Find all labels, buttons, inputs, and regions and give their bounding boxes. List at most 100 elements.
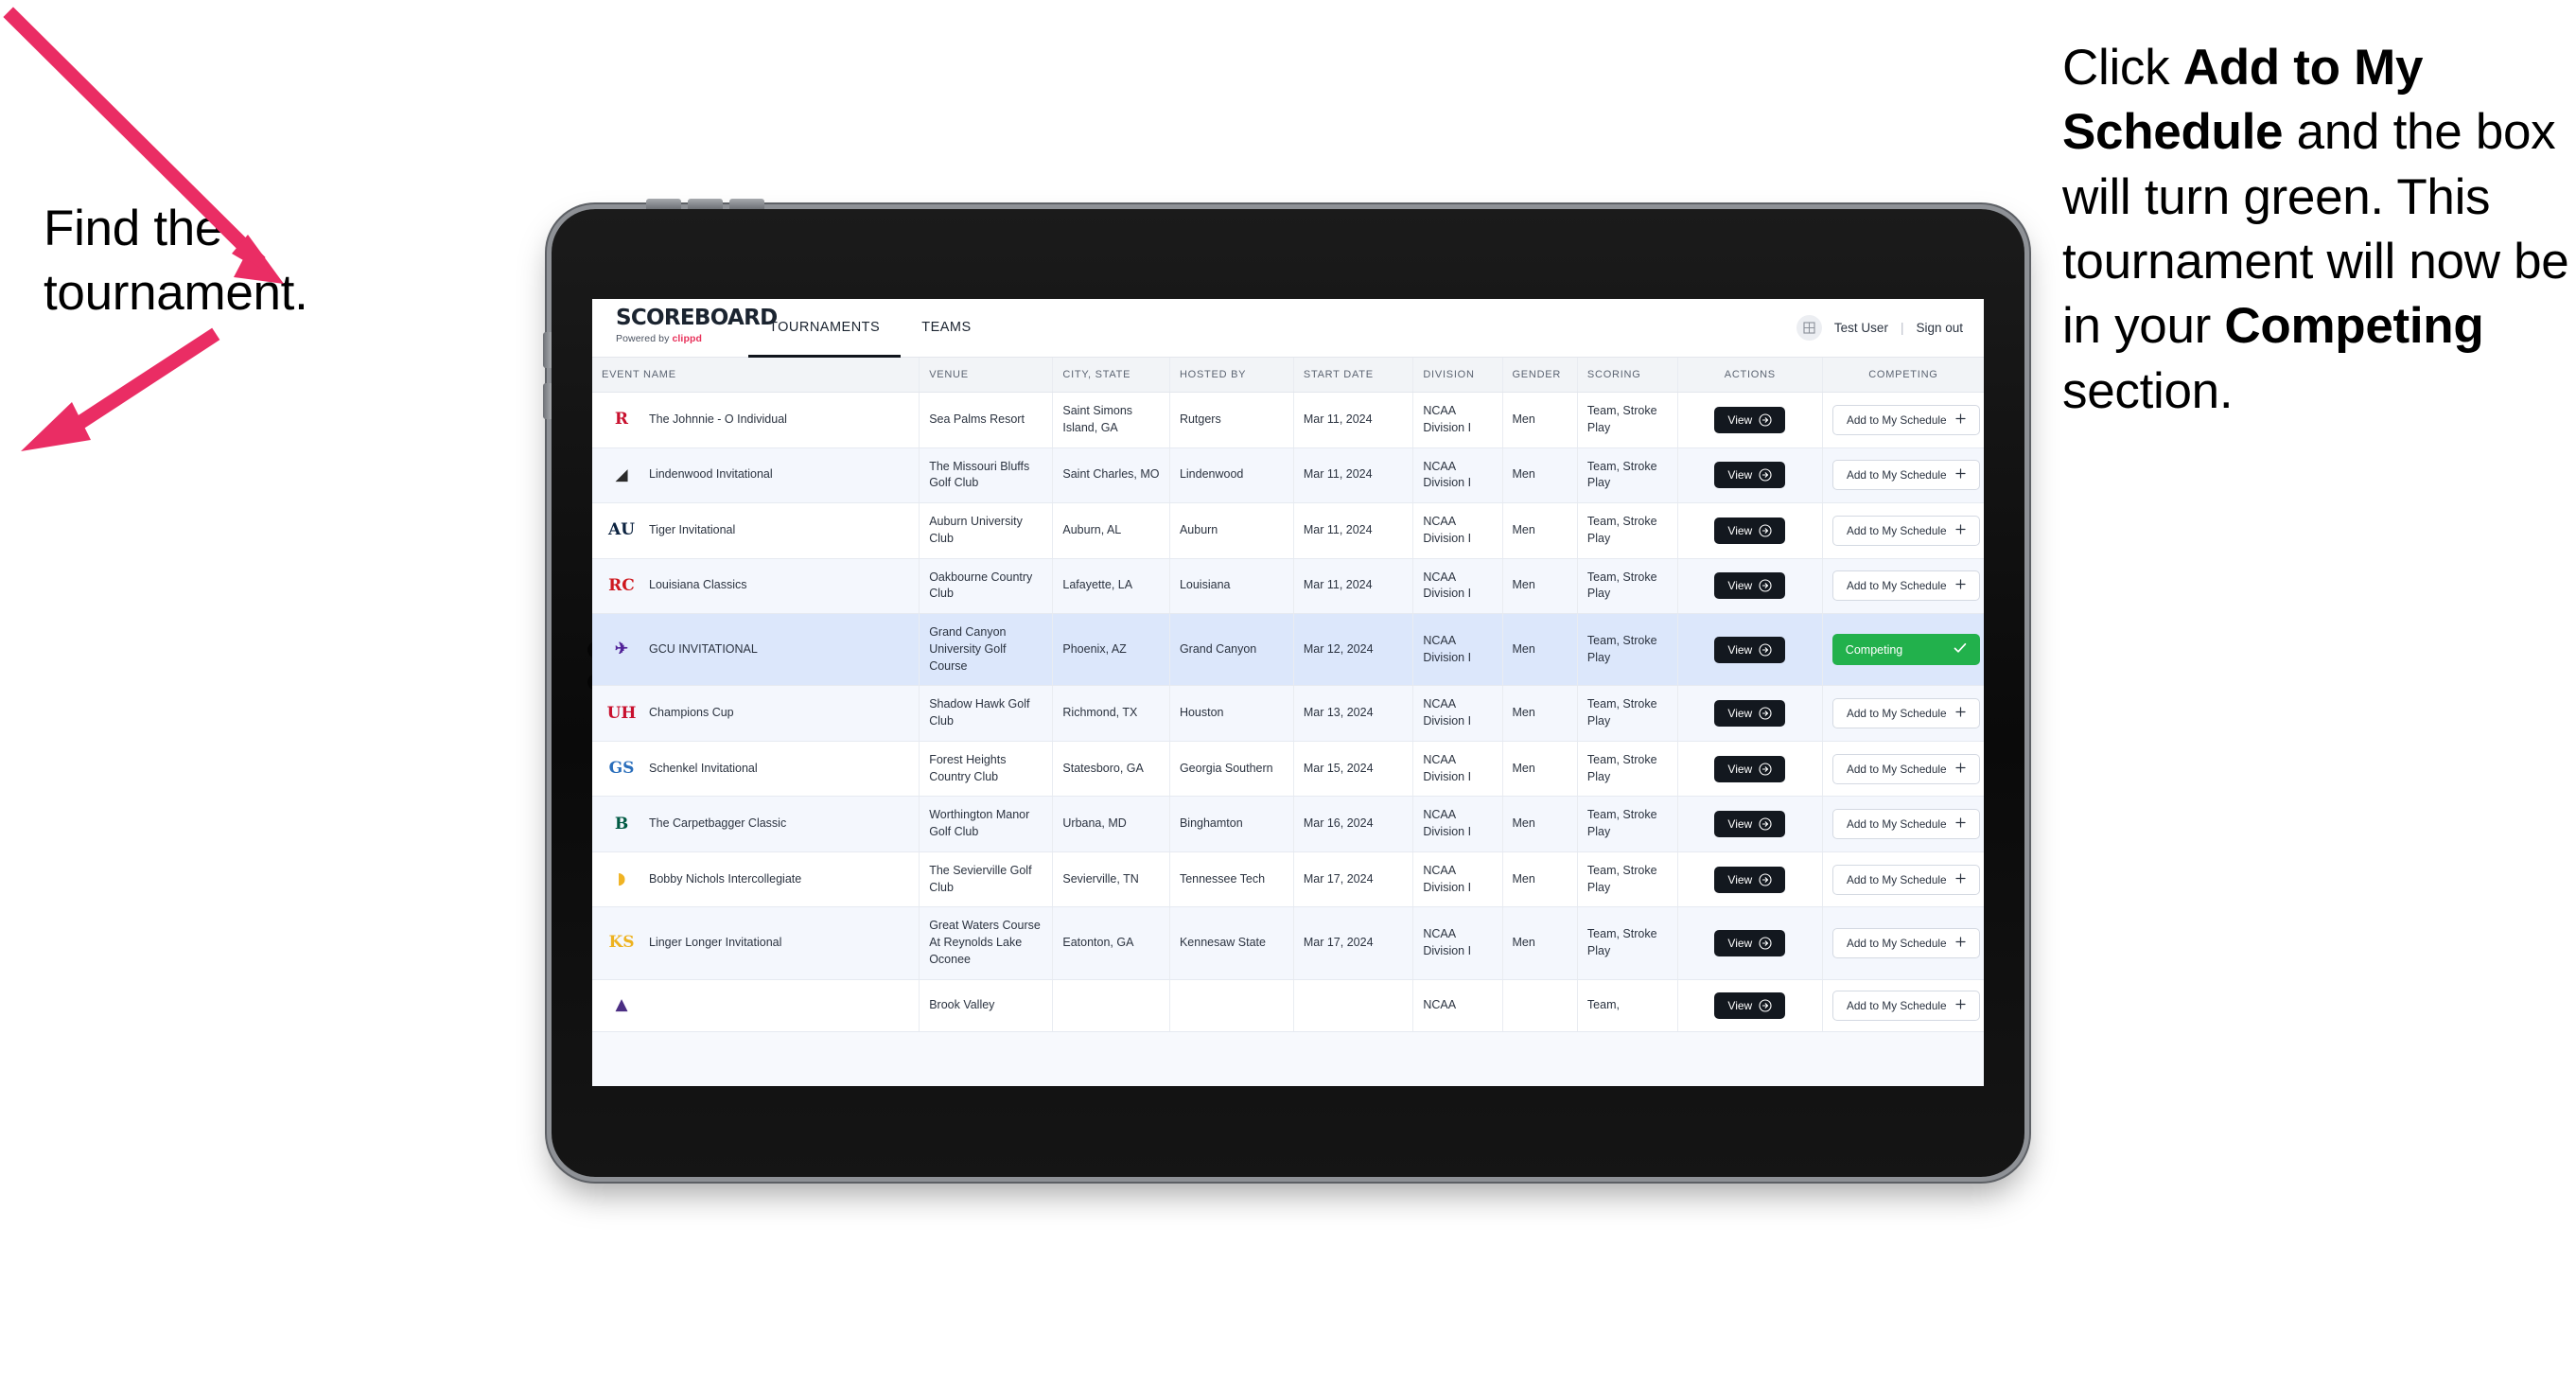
cell-gender: Men bbox=[1502, 558, 1578, 614]
cell-city-state: Saint Charles, MO bbox=[1052, 447, 1170, 503]
cell-start-date: Mar 13, 2024 bbox=[1293, 685, 1414, 742]
account-area: Test User | Sign out bbox=[1796, 299, 1984, 357]
table-row[interactable]: GS Schenkel Invitational Forest Heights Co… bbox=[592, 741, 1984, 798]
table-row[interactable]: UH Champions Cup Shadow Hawk Golf Club Rich… bbox=[592, 685, 1984, 742]
team-logo-icon: ◗ bbox=[617, 869, 626, 888]
add-to-my-schedule-button[interactable]: Add to My Schedule bbox=[1831, 698, 1980, 728]
arrow-circle-right-icon bbox=[1759, 937, 1772, 950]
table-row[interactable]: ✈ GCU INVITATIONAL Grand Canyon University… bbox=[592, 613, 1984, 687]
cell-venue: Sea Palms Resort bbox=[919, 392, 1054, 448]
arrow-circle-right-icon bbox=[1759, 579, 1772, 592]
col-header-start-date[interactable]: START DATE bbox=[1293, 358, 1414, 393]
view-button[interactable]: View bbox=[1714, 929, 1786, 956]
tab-teams[interactable]: TEAMS bbox=[901, 299, 991, 358]
view-button[interactable]: View bbox=[1714, 517, 1786, 544]
table-header: EVENT NAME VENUE CITY, STATE HOSTED BY S… bbox=[592, 358, 1984, 393]
plus-icon bbox=[1954, 998, 1966, 1012]
app-header: SCOREBOARD Powered by clippd TOURNAMENTS… bbox=[592, 299, 1984, 358]
cell-actions: View bbox=[1677, 392, 1823, 448]
competing-button[interactable]: Competing bbox=[1831, 634, 1980, 666]
cell-scoring: Team, Stroke Play bbox=[1577, 502, 1678, 559]
cell-event-name: UH Champions Cup bbox=[592, 685, 920, 742]
tablet-volume-up-button[interactable] bbox=[543, 332, 552, 368]
add-to-my-schedule-button[interactable]: Add to My Schedule bbox=[1831, 864, 1980, 895]
plus-icon bbox=[1954, 817, 1966, 831]
table-row[interactable]: AU Tiger Invitational Auburn University Cl… bbox=[592, 502, 1984, 559]
tablet-volume-down-button[interactable] bbox=[543, 383, 552, 419]
col-header-city-state[interactable]: CITY, STATE bbox=[1052, 358, 1170, 393]
cell-division: NCAA Division I bbox=[1412, 851, 1503, 908]
arrow-circle-right-icon bbox=[1759, 643, 1772, 657]
cell-city-state bbox=[1052, 979, 1170, 1032]
brand-powered-prefix: Powered by bbox=[616, 333, 673, 344]
add-to-my-schedule-label: Add to My Schedule bbox=[1847, 707, 1947, 720]
tablet-device: SCOREBOARD Powered by clippd TOURNAMENTS… bbox=[543, 199, 2024, 1177]
col-header-division[interactable]: DIVISION bbox=[1412, 358, 1503, 393]
arrow-circle-right-icon bbox=[1759, 707, 1772, 720]
add-to-my-schedule-button[interactable]: Add to My Schedule bbox=[1831, 404, 1980, 435]
col-header-venue[interactable]: VENUE bbox=[919, 358, 1054, 393]
tournaments-table-scroll[interactable]: EVENT NAME VENUE CITY, STATE HOSTED BY S… bbox=[592, 358, 1984, 1086]
brand-powered-name: clippd bbox=[672, 333, 702, 344]
col-header-actions[interactable]: ACTIONS bbox=[1677, 358, 1823, 393]
tournaments-table: EVENT NAME VENUE CITY, STATE HOSTED BY S… bbox=[592, 358, 1984, 1032]
arrow-circle-right-icon bbox=[1759, 762, 1772, 776]
add-to-my-schedule-button[interactable]: Add to My Schedule bbox=[1831, 515, 1980, 546]
cell-actions: View bbox=[1677, 979, 1823, 1032]
team-logo-icon: AU bbox=[607, 520, 635, 540]
cell-division: NCAA Division I bbox=[1412, 558, 1503, 614]
add-to-my-schedule-button[interactable]: Add to My Schedule bbox=[1831, 990, 1980, 1021]
col-header-event-name[interactable]: EVENT NAME bbox=[592, 358, 920, 393]
cell-scoring: Team, Stroke Play bbox=[1577, 558, 1678, 614]
arrow-right-icon bbox=[21, 327, 220, 451]
table-row[interactable]: ▲ Brook Valley NCAA Team, View Add to My Sche… bbox=[592, 979, 1984, 1032]
cell-start-date: Mar 12, 2024 bbox=[1293, 613, 1414, 687]
add-to-my-schedule-button[interactable]: Add to My Schedule bbox=[1831, 753, 1980, 784]
view-button[interactable]: View bbox=[1714, 866, 1786, 893]
cell-hosted-by: Grand Canyon bbox=[1169, 613, 1294, 687]
brand-logo[interactable]: SCOREBOARD Powered by clippd bbox=[592, 299, 778, 357]
cell-start-date: Mar 11, 2024 bbox=[1293, 392, 1414, 448]
view-button[interactable]: View bbox=[1714, 811, 1786, 837]
col-header-gender[interactable]: GENDER bbox=[1502, 358, 1578, 393]
sign-out-link[interactable]: Sign out bbox=[1916, 321, 1963, 335]
add-to-my-schedule-label: Add to My Schedule bbox=[1847, 523, 1947, 537]
plus-icon bbox=[1954, 524, 1966, 537]
view-button-label: View bbox=[1727, 998, 1753, 1012]
table-row[interactable]: ◢ Lindenwood Invitational The Missouri Blu… bbox=[592, 447, 1984, 503]
cell-start-date: Mar 11, 2024 bbox=[1293, 558, 1414, 614]
add-to-my-schedule-button[interactable]: Add to My Schedule bbox=[1831, 570, 1980, 602]
col-header-competing[interactable]: COMPETING bbox=[1822, 358, 1984, 393]
team-logo-icon: KS bbox=[608, 933, 635, 953]
view-button[interactable]: View bbox=[1714, 572, 1786, 600]
cell-hosted-by bbox=[1169, 979, 1294, 1032]
arrow-circle-right-icon bbox=[1759, 872, 1772, 886]
cell-hosted-by: Tennessee Tech bbox=[1169, 851, 1294, 908]
col-header-scoring[interactable]: SCORING bbox=[1577, 358, 1678, 393]
view-button[interactable]: View bbox=[1714, 406, 1786, 433]
col-header-hosted-by[interactable]: HOSTED BY bbox=[1169, 358, 1294, 393]
cell-hosted-by: Lindenwood bbox=[1169, 447, 1294, 503]
view-button[interactable]: View bbox=[1714, 700, 1786, 727]
table-row[interactable]: ◗ Bobby Nichols Intercollegiate The Sevier… bbox=[592, 851, 1984, 908]
grid-icon[interactable] bbox=[1796, 315, 1822, 341]
cell-venue: Great Waters Course At Reynolds Lake Oco… bbox=[919, 906, 1054, 980]
brand-subtitle: Powered by clippd bbox=[616, 333, 748, 344]
table-row[interactable]: R The Johnnie - O Individual Sea Palms Res… bbox=[592, 392, 1984, 448]
annotation-left-line1: Find the bbox=[44, 201, 223, 256]
add-to-my-schedule-label: Add to My Schedule bbox=[1847, 998, 1947, 1012]
view-button[interactable]: View bbox=[1714, 755, 1786, 782]
view-button[interactable]: View bbox=[1714, 462, 1786, 489]
add-to-my-schedule-button[interactable]: Add to My Schedule bbox=[1831, 809, 1980, 839]
cell-competing: Add to My Schedule bbox=[1822, 741, 1984, 798]
cell-hosted-by: Kennesaw State bbox=[1169, 906, 1294, 980]
add-to-my-schedule-label: Add to My Schedule bbox=[1847, 579, 1947, 593]
table-row[interactable]: RC Louisiana Classics Oakbourne Country Cl… bbox=[592, 558, 1984, 614]
tab-tournaments[interactable]: TOURNAMENTS bbox=[748, 299, 902, 358]
add-to-my-schedule-button[interactable]: Add to My Schedule bbox=[1831, 927, 1980, 958]
view-button[interactable]: View bbox=[1714, 991, 1786, 1019]
view-button[interactable]: View bbox=[1714, 636, 1786, 663]
add-to-my-schedule-button[interactable]: Add to My Schedule bbox=[1831, 460, 1980, 491]
table-row[interactable]: KS Linger Longer Invitational Great Waters… bbox=[592, 906, 1984, 980]
table-row[interactable]: B The Carpetbagger Classic Worthington Man… bbox=[592, 796, 1984, 852]
